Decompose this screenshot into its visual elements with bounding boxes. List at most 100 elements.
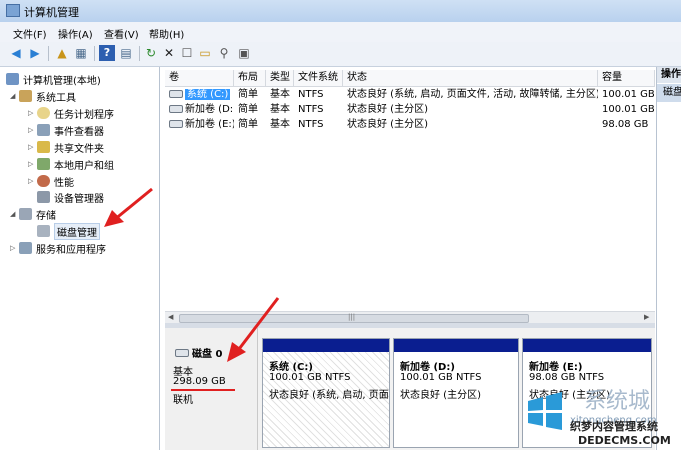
volume-type: 基本 (270, 89, 290, 100)
tree-item-system-tools[interactable]: ◢ 系统工具 (10, 88, 76, 104)
windows-logo-icon (528, 392, 562, 430)
partition-bar (523, 339, 651, 352)
table-row[interactable]: 系统 (C:) 简单 基本 NTFS 状态良好 (系统, 启动, 页面文件, 活… (165, 87, 655, 102)
column-status[interactable]: 状态 (343, 70, 598, 86)
menu-file[interactable]: 文件(F) (13, 26, 47, 41)
forward-icon[interactable]: ▶ (27, 45, 43, 61)
partition-name: 新加卷 (D:) (400, 362, 455, 373)
tree-item-shared-folders[interactable]: ▷ 共享文件夹 (28, 139, 104, 155)
partition-status: 状态良好 (主分区) (400, 390, 481, 401)
help-icon[interactable]: ? (99, 45, 115, 61)
disk-management-icon (37, 225, 50, 237)
column-filesystem[interactable]: 文件系统 (294, 70, 343, 86)
collapse-icon[interactable]: ◢ (10, 92, 19, 100)
menu-bar: 文件(F) 操作(A) 查看(V) 帮助(H) (0, 22, 681, 43)
show-hide-tree-icon[interactable]: ▦ (73, 45, 89, 61)
console-tree: 计算机管理(本地) ◢ 系统工具 ▷ 任务计划程序 ▷ 事件查看器 ▷ 共享文件… (0, 67, 160, 450)
disk-state: 联机 (173, 395, 193, 406)
grip-icon: ||| (348, 313, 356, 321)
volume-table-header: 卷 布局 类型 文件系统 状态 容量 (165, 70, 655, 87)
volume-name: 新加卷 (D:) (185, 104, 234, 115)
volume-status: 状态良好 (系统, 启动, 页面文件, 活动, 故障转储, 主分区) (347, 89, 598, 100)
search-icon[interactable]: ⚲ (216, 45, 232, 61)
back-icon[interactable]: ◀ (8, 45, 24, 61)
menu-view[interactable]: 查看(V) (104, 26, 139, 41)
open-icon[interactable]: ▭ (197, 45, 213, 61)
expand-icon[interactable]: ▷ (10, 244, 19, 252)
volume-status: 状态良好 (主分区) (347, 119, 428, 130)
tree-item-services[interactable]: ▷ 服务和应用程序 (10, 240, 106, 256)
device-manager-icon (37, 191, 50, 203)
volume-layout: 简单 (238, 89, 258, 100)
volume-filesystem: NTFS (298, 104, 324, 115)
partition-name: 新加卷 (E:) (529, 362, 583, 373)
actions-header: 操作 (657, 67, 681, 83)
shared-folder-icon (37, 141, 50, 153)
scroll-right-icon[interactable]: ▶ (644, 313, 649, 321)
table-row[interactable]: 新加卷 (E:) 简单 基本 NTFS 状态良好 (主分区) 98.08 GB (165, 117, 655, 132)
window-title: 计算机管理 (24, 6, 79, 19)
tree-item-task-scheduler[interactable]: ▷ 任务计划程序 (28, 105, 114, 121)
action-disk[interactable]: 磁盘 (657, 84, 681, 102)
delete-icon[interactable]: ✕ (161, 45, 177, 61)
expand-icon[interactable]: ▷ (28, 177, 37, 185)
partition-bar (394, 339, 518, 352)
drive-properties-icon[interactable]: ▣ (236, 45, 252, 61)
volume-layout: 简单 (238, 119, 258, 130)
watermark-overlay-site: DEDECMS.COM (578, 434, 671, 447)
computer-icon (6, 73, 19, 85)
disk-icon (175, 349, 189, 357)
up-icon[interactable]: ▲ (54, 45, 70, 61)
performance-icon (37, 175, 50, 187)
volume-capacity: 100.01 GB (602, 89, 655, 100)
tree-item-performance[interactable]: ▷ 性能 (28, 173, 74, 189)
expand-icon[interactable]: ▷ (28, 126, 37, 134)
tools-icon (19, 90, 32, 102)
expand-icon[interactable]: ▷ (28, 160, 37, 168)
partition-bar (263, 339, 389, 352)
drive-icon (169, 120, 183, 128)
properties-icon[interactable]: ☐ (179, 45, 195, 61)
drive-icon (169, 90, 183, 98)
watermark-overlay: 织梦内容管理系统 (570, 420, 658, 433)
expand-icon[interactable]: ▷ (28, 143, 37, 151)
expand-icon[interactable]: ▷ (28, 109, 37, 117)
volume-type: 基本 (270, 119, 290, 130)
title-bar: 计算机管理 (0, 0, 681, 22)
tree-item-storage[interactable]: ◢ 存储 (10, 206, 56, 222)
tree-root[interactable]: 计算机管理(本地) (6, 71, 101, 87)
tree-item-event-viewer[interactable]: ▷ 事件查看器 (28, 122, 104, 138)
volume-name: 系统 (C:) (185, 89, 231, 100)
users-icon (37, 158, 50, 170)
partition-size: 100.01 GB NTFS (269, 372, 351, 383)
show-hide-action-icon[interactable]: ▤ (118, 45, 134, 61)
refresh-icon[interactable]: ↻ (143, 45, 159, 61)
services-icon (19, 242, 32, 254)
collapse-icon[interactable]: ◢ (10, 210, 19, 218)
volume-capacity: 98.08 GB (602, 119, 649, 130)
partition-name: 系统 (C:) (269, 362, 313, 373)
toolbar: ◀ ▶ ▲ ▦ ? ▤ ↻ ✕ ☐ ▭ ⚲ ▣ (0, 42, 681, 67)
tree-item-local-users[interactable]: ▷ 本地用户和组 (28, 156, 114, 172)
partition-size: 100.01 GB NTFS (400, 372, 482, 383)
partition-d[interactable]: 新加卷 (D:) 100.01 GB NTFS 状态良好 (主分区) (393, 338, 519, 448)
partition-status: 状态良好 (系统, 启动, 页面 (269, 390, 389, 401)
volume-type: 基本 (270, 104, 290, 115)
tree-item-device-manager[interactable]: 设备管理器 (37, 189, 104, 205)
partition-c[interactable]: 系统 (C:) 100.01 GB NTFS 状态良好 (系统, 启动, 页面 (262, 338, 390, 448)
menu-help[interactable]: 帮助(H) (149, 26, 184, 41)
disk-info[interactable]: 磁盘 0 基本 298.09 GB 联机 (165, 328, 258, 450)
column-layout[interactable]: 布局 (234, 70, 266, 86)
watermark-brand: 系统城 (584, 389, 651, 414)
partition-size: 98.08 GB NTFS (529, 372, 605, 383)
tree-item-disk-management[interactable]: 磁盘管理 (37, 222, 100, 240)
column-volume[interactable]: 卷 (165, 70, 234, 86)
column-type[interactable]: 类型 (266, 70, 294, 86)
column-capacity[interactable]: 容量 (598, 70, 655, 86)
volume-layout: 简单 (238, 104, 258, 115)
menu-action[interactable]: 操作(A) (58, 26, 93, 41)
scroll-left-icon[interactable]: ◀ (168, 313, 173, 321)
watermark: 系统城 xitongcheng.com 织梦内容管理系统 DEDECMS.COM (526, 385, 681, 450)
volume-name: 新加卷 (E:) (185, 119, 234, 130)
table-row[interactable]: 新加卷 (D:) 简单 基本 NTFS 状态良好 (主分区) 100.01 GB (165, 102, 655, 117)
